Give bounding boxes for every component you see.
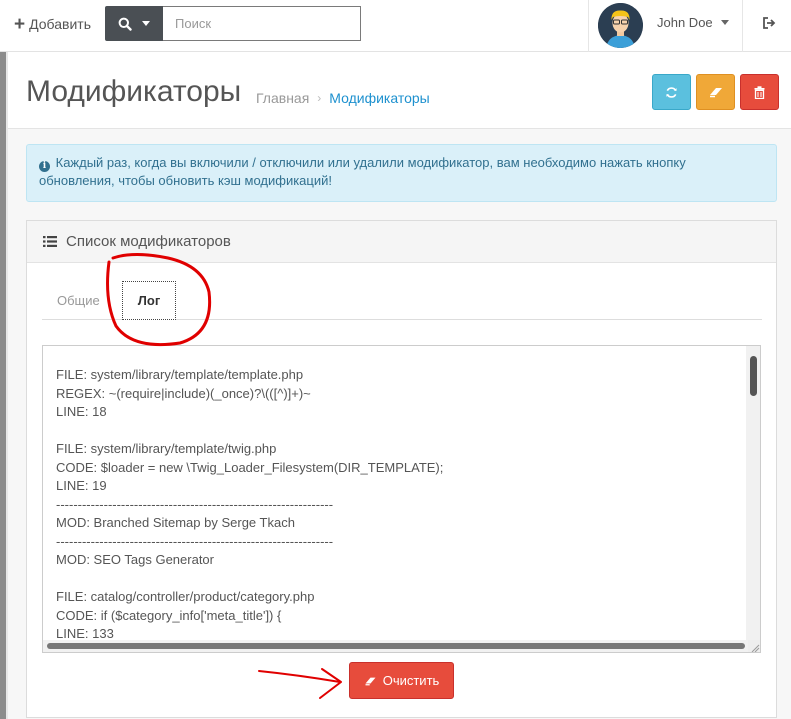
clear-log-button[interactable]: Очистить (349, 662, 454, 699)
clear-log-button-label: Очистить (382, 673, 440, 688)
caret-down-icon (142, 21, 150, 26)
info-alert: i Каждый раз, когда вы включили / отключ… (26, 144, 777, 202)
eraser-icon (709, 88, 722, 98)
user-avatar-icon (598, 3, 643, 48)
breadcrumb-current-link[interactable]: Модификаторы (329, 90, 429, 106)
eraser-icon (365, 677, 376, 685)
vertical-scrollbar[interactable] (746, 346, 760, 642)
log-textarea[interactable]: FILE: system/library/template/template.p… (42, 345, 761, 653)
navbar-divider (588, 0, 589, 52)
search-icon (118, 17, 132, 31)
log-content: FILE: system/library/template/template.p… (56, 367, 444, 641)
add-button-label: Добавить (29, 16, 91, 32)
panel-heading: Список модификаторов (27, 221, 776, 263)
page-header: Модификаторы Главная › Модификаторы (8, 53, 791, 129)
tab-log[interactable]: Лог (122, 281, 176, 320)
caret-down-icon (720, 20, 729, 25)
clear-cache-button[interactable] (696, 74, 735, 110)
resize-grip-icon (751, 644, 760, 652)
modifications-panel: Список модификаторов Общие Лог FILE: sys… (26, 220, 777, 718)
refresh-icon (666, 86, 677, 98)
refresh-button[interactable] (652, 74, 691, 110)
search-group (105, 6, 361, 41)
panel-title: Список модификаторов (66, 233, 231, 250)
tab-general[interactable]: Общие (57, 293, 100, 308)
list-icon (43, 236, 57, 247)
tabs: Общие Лог (42, 279, 762, 320)
logout-button[interactable] (762, 16, 776, 35)
search-dropdown-button[interactable] (105, 6, 163, 41)
breadcrumb-home-link[interactable]: Главная (256, 90, 309, 106)
top-navbar: + Добавить John Doe (0, 0, 791, 52)
vertical-scrollbar-thumb[interactable] (750, 356, 757, 396)
search-input[interactable] (163, 6, 361, 41)
resize-handle[interactable] (748, 640, 760, 652)
navbar-divider (742, 0, 743, 52)
breadcrumb-separator: › (317, 91, 322, 105)
page-title: Модификаторы (26, 75, 242, 108)
info-circle-icon: i (39, 161, 50, 172)
breadcrumb: Главная › Модификаторы (256, 90, 430, 106)
delete-button[interactable] (740, 74, 779, 110)
horizontal-scrollbar[interactable] (43, 640, 748, 652)
info-alert-text: Каждый раз, когда вы включили / отключил… (39, 155, 686, 188)
user-name: John Doe (657, 15, 713, 30)
add-button[interactable]: + Добавить (14, 14, 91, 34)
user-menu[interactable]: John Doe (657, 15, 729, 30)
avatar[interactable] (598, 3, 643, 48)
trash-icon (754, 85, 765, 99)
main-content: i Каждый раз, когда вы включили / отключ… (8, 129, 791, 719)
horizontal-scrollbar-thumb[interactable] (47, 643, 745, 649)
plus-icon: + (14, 13, 26, 35)
sign-out-icon (763, 17, 776, 29)
